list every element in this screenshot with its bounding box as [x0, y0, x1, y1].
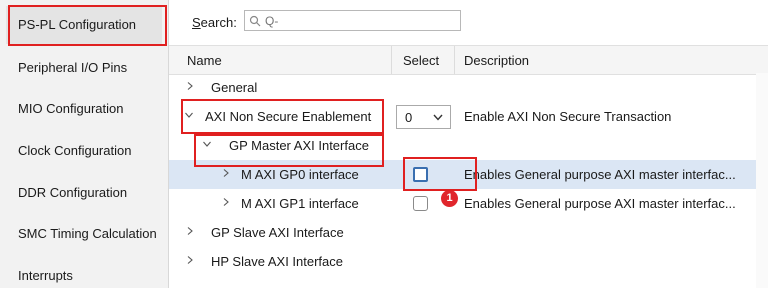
row-label: General	[211, 80, 258, 95]
table-row-m-axi-gp1[interactable]: M AXI GP1 interface Enables General purp…	[169, 189, 768, 218]
search-icon	[249, 15, 261, 27]
table-row-m-axi-gp0[interactable]: M AXI GP0 interface Enables General purp…	[169, 160, 768, 189]
axi-non-secure-select[interactable]: 0	[396, 105, 451, 129]
chevron-down-icon[interactable]	[185, 111, 193, 119]
table-row-gp-master[interactable]: GP Master AXI Interface	[169, 131, 768, 160]
row-label: HP Slave AXI Interface	[211, 254, 343, 269]
sidebar-item-ps-pl-configuration[interactable]: PS-PL Configuration	[18, 17, 166, 32]
table-row-axi-non-secure[interactable]: AXI Non Secure Enablement 0 Enable AXI N…	[169, 102, 768, 131]
sidebar-item-smc-timing-calculation[interactable]: SMC Timing Calculation	[18, 226, 166, 241]
search-box[interactable]	[244, 10, 461, 31]
row-label: M AXI GP0 interface	[241, 167, 359, 182]
search-label: Search:	[192, 15, 237, 30]
sidebar: PS-PL Configuration Peripheral I/O Pins …	[0, 0, 168, 288]
sidebar-item-interrupts[interactable]: Interrupts	[18, 268, 166, 283]
chevron-down-icon	[433, 114, 443, 121]
row-description: Enables General purpose AXI master inter…	[464, 167, 736, 182]
chevron-right-icon[interactable]	[186, 256, 194, 264]
row-label: GP Slave AXI Interface	[211, 225, 344, 240]
column-divider[interactable]	[454, 46, 455, 74]
annotation-badge: 1	[441, 190, 458, 207]
sidebar-item-ddr-configuration[interactable]: DDR Configuration	[18, 185, 166, 200]
column-divider[interactable]	[391, 46, 392, 74]
table-row-general[interactable]: General	[169, 73, 768, 102]
chevron-right-icon[interactable]	[222, 169, 230, 177]
search-row: Search:	[169, 0, 768, 42]
row-description: Enables General purpose AXI master inter…	[464, 196, 736, 211]
search-input[interactable]	[263, 13, 457, 29]
column-header-select[interactable]: Select	[403, 53, 439, 68]
sidebar-item-clock-configuration[interactable]: Clock Configuration	[18, 143, 166, 158]
vertical-scrollbar[interactable]	[756, 73, 768, 288]
row-label: M AXI GP1 interface	[241, 196, 359, 211]
row-label: GP Master AXI Interface	[229, 138, 369, 153]
chevron-right-icon[interactable]	[186, 82, 194, 90]
m-axi-gp1-checkbox[interactable]	[413, 196, 428, 211]
table-header: Name Select Description	[169, 45, 768, 75]
column-header-name[interactable]: Name	[187, 53, 222, 68]
m-axi-gp0-checkbox[interactable]	[413, 167, 428, 182]
chevron-right-icon[interactable]	[186, 227, 194, 235]
table-row-hp-slave[interactable]: HP Slave AXI Interface	[169, 247, 768, 276]
sidebar-item-mio-configuration[interactable]: MIO Configuration	[18, 101, 166, 116]
main-panel: Search: Name Select Description General …	[169, 0, 768, 288]
table-row-gp-slave[interactable]: GP Slave AXI Interface	[169, 218, 768, 247]
sidebar-item-peripheral-io-pins[interactable]: Peripheral I/O Pins	[18, 60, 166, 75]
chevron-right-icon[interactable]	[222, 198, 230, 206]
row-label: AXI Non Secure Enablement	[205, 109, 372, 124]
row-description: Enable AXI Non Secure Transaction	[464, 109, 672, 124]
select-value: 0	[405, 110, 413, 125]
chevron-down-icon[interactable]	[203, 140, 211, 148]
column-header-description[interactable]: Description	[464, 53, 529, 68]
